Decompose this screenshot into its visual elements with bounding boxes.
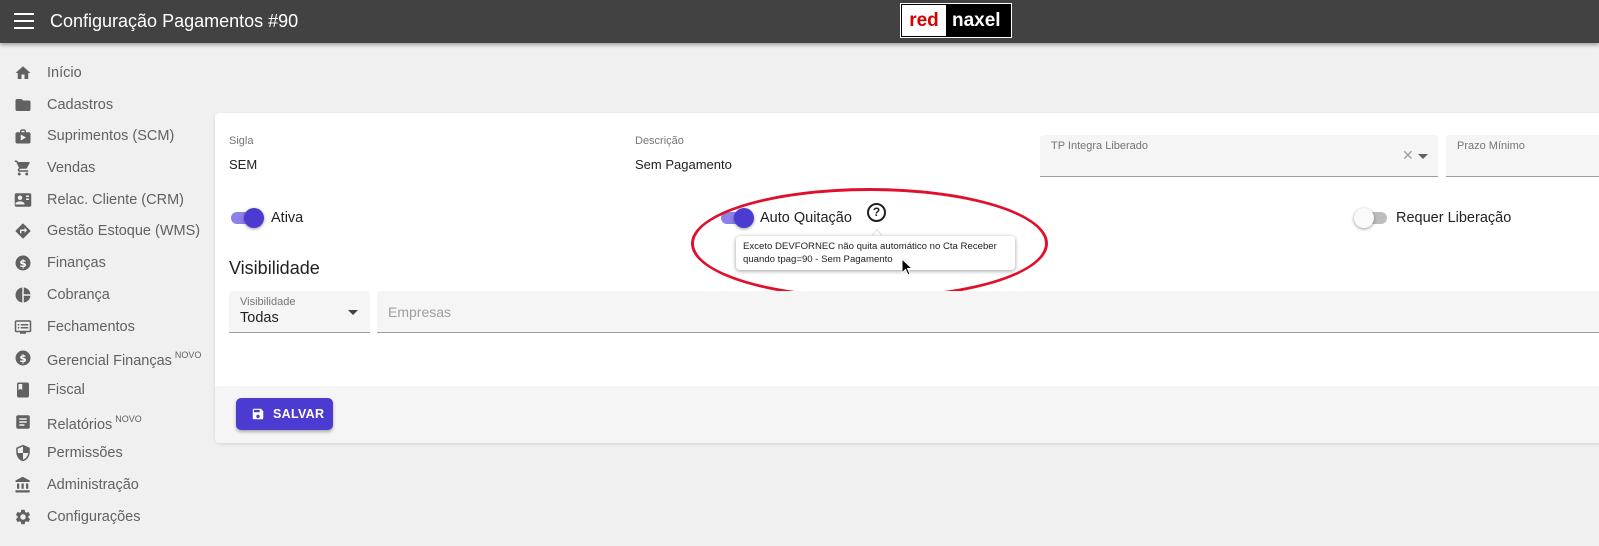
- gear-icon: [15, 509, 31, 524]
- sidebar-item-label: Permissões: [47, 445, 123, 462]
- logo-red-text: red: [902, 5, 946, 36]
- ativa-label: Ativa: [271, 210, 304, 226]
- bank-icon: [15, 476, 30, 493]
- empresas-field[interactable]: Empresas: [377, 291, 1599, 333]
- form-footer: SALVAR: [215, 386, 1599, 443]
- sidebar-item-relatorios[interactable]: Relatórios NOVO: [0, 406, 214, 438]
- sidebar-item-label: Cobrança: [47, 286, 110, 303]
- payment-config-form: Sigla SEM Descrição Sem Pagamento TP Int…: [215, 113, 1599, 443]
- visibilidade-section-title: Visibilidade: [229, 258, 320, 278]
- save-icon: [252, 408, 264, 420]
- sidebar-item-text: Relatórios: [47, 416, 113, 433]
- save-button[interactable]: SALVAR: [236, 398, 333, 430]
- sidebar-item-administracao[interactable]: Administração: [0, 469, 214, 501]
- sidebar-item-vendas[interactable]: Vendas: [0, 152, 214, 184]
- sidebar-item-label: Início: [47, 65, 82, 81]
- svg-text:$: $: [19, 258, 26, 270]
- save-button-label: SALVAR: [273, 407, 325, 421]
- sidebar-item-fechamentos[interactable]: Fechamentos: [0, 311, 214, 343]
- sidebar-item-label: Suprimentos (SCM): [47, 128, 175, 145]
- new-badge: NOVO: [174, 350, 202, 361]
- app-bar: Configuração Pagamentos #90 red naxel: [0, 0, 1599, 43]
- dollar-icon: $: [15, 255, 31, 271]
- list-icon: [14, 319, 32, 334]
- descricao-label: Descrição: [635, 135, 684, 147]
- book-icon: [17, 382, 29, 398]
- sidebar-item-suprimentos[interactable]: Suprimentos (SCM): [0, 120, 214, 152]
- requer-liberacao-toggle[interactable]: [1354, 208, 1387, 228]
- sidebar-item-label: Fiscal: [47, 381, 85, 398]
- sidebar-item-gerencial-financas[interactable]: $ Gerencial Finanças NOVO: [0, 342, 214, 374]
- directions-icon: [15, 223, 31, 239]
- logo-white-text: naxel: [952, 10, 1001, 31]
- help-icon[interactable]: ?: [867, 203, 886, 222]
- descricao-field[interactable]: Sem Pagamento: [635, 157, 732, 172]
- sidebar-item-inicio[interactable]: Início: [0, 57, 214, 89]
- sigla-field[interactable]: SEM: [229, 157, 257, 172]
- ativa-toggle[interactable]: [231, 208, 264, 228]
- requer-liberacao-label: Requer Liberação: [1396, 210, 1512, 226]
- briefcase-icon: [15, 129, 31, 144]
- empresas-placeholder: Empresas: [388, 304, 452, 320]
- sidebar-item-configuracoes[interactable]: Configurações: [0, 501, 214, 533]
- chevron-down-icon[interactable]: [348, 310, 358, 315]
- sidebar-item-label: Gestão Estoque (WMS): [47, 223, 201, 240]
- sidebar-item-label: Relatórios NOVO: [47, 414, 142, 433]
- sidebar-item-financas[interactable]: $ Finanças: [0, 247, 214, 279]
- sidebar-item-text: Gerencial Finanças: [47, 353, 172, 370]
- sidebar-item-wms[interactable]: Gestão Estoque (WMS): [0, 215, 214, 247]
- sidebar-item-label: Finanças: [47, 255, 106, 272]
- cart-icon: [14, 160, 30, 176]
- report-icon: [16, 414, 30, 429]
- visibilidade-label: Visibilidade: [240, 296, 296, 308]
- shield-icon: [16, 445, 30, 462]
- sigla-label: Sigla: [229, 135, 254, 147]
- sidebar-item-label: Administração: [47, 476, 139, 493]
- tp-integra-label: TP Integra Liberado: [1051, 140, 1149, 152]
- sidebar: Início Cadastros Suprimentos (SCM) Venda…: [0, 57, 214, 532]
- sidebar-item-label: Fechamentos: [47, 318, 135, 335]
- mouse-cursor-icon: [901, 258, 913, 276]
- sidebar-item-cadastros[interactable]: Cadastros: [0, 89, 214, 121]
- sidebar-item-label: Cadastros: [47, 96, 114, 113]
- sidebar-item-label: Vendas: [47, 160, 96, 177]
- new-badge: NOVO: [115, 413, 142, 424]
- contact-card-icon: [14, 193, 32, 207]
- auto-quitacao-toggle[interactable]: [721, 208, 754, 228]
- sidebar-item-permissoes[interactable]: Permissões: [0, 437, 214, 469]
- dollar-icon: $: [15, 350, 31, 366]
- tooltip: Exceto DEVFORNEC não quita automático no…: [736, 236, 1015, 270]
- sidebar-item-label: Configurações: [47, 508, 141, 525]
- sidebar-item-crm[interactable]: Relac. Cliente (CRM): [0, 184, 214, 216]
- chevron-down-icon[interactable]: [1418, 154, 1428, 159]
- sidebar-item-cobranca[interactable]: Cobrança: [0, 279, 214, 311]
- auto-quitacao-label: Auto Quitação: [760, 210, 852, 226]
- pie-chart-icon: [15, 287, 31, 303]
- sidebar-item-label: Relac. Cliente (CRM): [47, 191, 184, 208]
- folder-icon: [15, 98, 31, 111]
- svg-text:$: $: [19, 353, 26, 365]
- sidebar-item-label: Gerencial Finanças NOVO: [47, 350, 201, 369]
- sidebar-item-fiscal[interactable]: Fiscal: [0, 374, 214, 406]
- rednaxel-logo: red naxel: [900, 3, 1012, 38]
- home-icon: [15, 66, 31, 79]
- prazo-minimo-field[interactable]: Prazo Mínimo: [1446, 135, 1599, 177]
- clear-icon[interactable]: ✕: [1402, 147, 1414, 164]
- menu-icon[interactable]: [14, 13, 34, 30]
- visibilidade-value: Todas: [240, 310, 279, 326]
- page-title: Configuração Pagamentos #90: [50, 11, 299, 31]
- visibilidade-select[interactable]: Visibilidade Todas: [229, 291, 370, 333]
- prazo-minimo-label: Prazo Mínimo: [1457, 140, 1525, 152]
- tp-integra-select[interactable]: TP Integra Liberado ✕: [1040, 135, 1438, 177]
